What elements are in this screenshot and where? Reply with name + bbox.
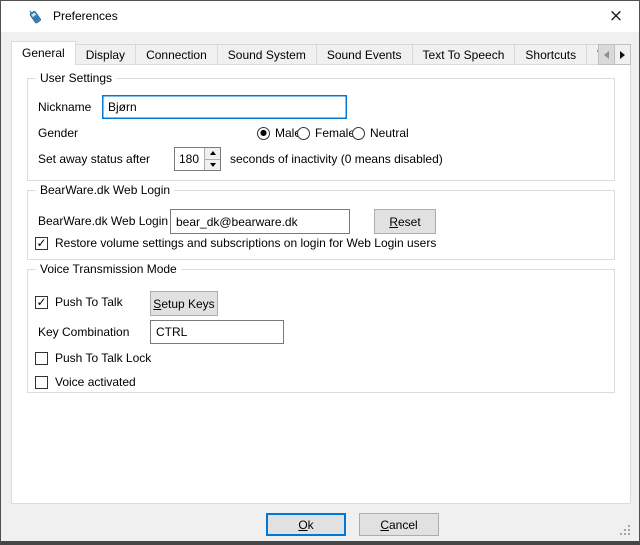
tab-shortcuts[interactable]: Shortcuts [514,44,587,65]
group-title: Voice Transmission Mode [36,262,181,276]
group-voice-transmission: Voice Transmission Mode ✓ Push To Talk S… [27,269,615,393]
spin-down-icon [210,163,216,167]
tab-general[interactable]: General [11,41,76,65]
tab-connection[interactable]: Connection [135,44,218,65]
tab-strip: General Display Connection Sound System … [11,41,631,65]
cancel-button[interactable]: Cancel [359,513,439,536]
web-login-id-input[interactable] [170,209,350,234]
web-login-id-label: BearWare.dk Web Login ID [38,209,183,234]
group-user-settings: User Settings Nickname Gender ● Male Fem… [27,78,615,181]
away-status-suffix: seconds of inactivity (0 means disabled) [230,147,443,171]
reset-button[interactable]: Reset [374,209,436,234]
voice-activated-checkbox[interactable]: Voice activated [35,374,136,390]
tab-text-to-speech[interactable]: Text To Speech [412,44,516,65]
tab-scroll-left-icon [604,51,609,59]
key-combination-label: Key Combination [38,320,129,344]
app-icon [27,8,44,25]
tab-scroll-right-icon [620,51,625,59]
push-to-talk-label: Push To Talk [55,295,123,309]
push-to-talk-checkbox[interactable]: ✓ Push To Talk [35,294,123,310]
radio-circle: ● [257,127,270,140]
radio-female-label: Female [315,126,355,140]
voice-activated-label: Voice activated [55,375,136,389]
away-seconds-spinner [174,147,221,171]
spin-up-button[interactable] [205,148,220,160]
checkbox-box: ✓ [35,237,48,250]
group-title: User Settings [36,71,116,85]
preferences-dialog: Preferences × General Display Connection… [0,0,640,545]
close-button[interactable]: × [593,1,639,31]
checkbox-box: ✓ [35,296,48,309]
spin-down-button[interactable] [205,160,220,171]
radio-female[interactable]: Female [297,125,355,141]
checkbox-box [35,352,48,365]
restore-volume-checkbox[interactable]: ✓ Restore volume settings and subscripti… [35,235,436,251]
ok-button[interactable]: Ok [266,513,346,536]
radio-selected-dot: ● [260,129,267,137]
away-seconds-input[interactable] [175,148,204,170]
radio-neutral[interactable]: Neutral [352,125,409,141]
group-web-login: BearWare.dk Web Login BearWare.dk Web Lo… [27,190,615,260]
checkbox-box [35,376,48,389]
window-title: Preferences [53,1,118,32]
tab-sound-events[interactable]: Sound Events [316,44,413,65]
tab-sound-system[interactable]: Sound System [217,44,317,65]
tab-scroll-right-button[interactable] [614,44,631,65]
setup-keys-button[interactable]: Setup Keys [150,291,218,316]
title-bar[interactable]: Preferences × [1,1,639,32]
tab-scroll-left-button[interactable] [598,44,615,65]
spinner-buttons [204,148,220,170]
nickname-label: Nickname [38,95,91,119]
close-icon: × [609,8,623,25]
nickname-input[interactable] [102,95,347,119]
check-icon: ✓ [36,237,46,249]
radio-circle [352,127,365,140]
key-combination-input[interactable] [150,320,284,344]
resize-grip[interactable] [620,525,622,527]
push-to-talk-lock-checkbox[interactable]: Push To Talk Lock [35,350,151,366]
group-title: BearWare.dk Web Login [36,183,174,197]
check-icon: ✓ [36,296,46,308]
tab-scrollers [598,44,631,65]
restore-volume-label: Restore volume settings and subscription… [55,236,436,250]
radio-male[interactable]: ● Male [257,125,301,141]
push-to-talk-lock-label: Push To Talk Lock [55,351,151,365]
radio-neutral-label: Neutral [370,126,409,140]
spin-up-icon [210,151,216,155]
tab-display[interactable]: Display [75,44,136,65]
radio-circle [297,127,310,140]
gender-label: Gender [38,121,78,145]
away-status-label: Set away status after [38,147,150,171]
